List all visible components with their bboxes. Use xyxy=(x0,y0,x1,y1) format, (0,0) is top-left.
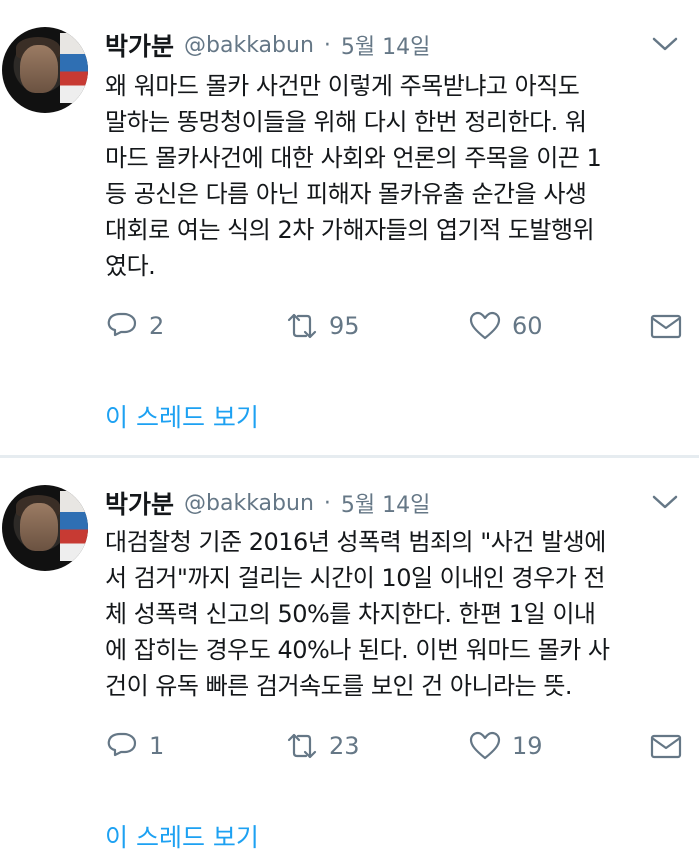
avatar-background xyxy=(60,33,88,103)
reply-count: 2 xyxy=(149,312,165,340)
retweet-icon xyxy=(287,733,317,759)
like-count: 19 xyxy=(512,732,543,760)
like-button[interactable]: 60 xyxy=(468,306,543,346)
retweet-button[interactable]: 95 xyxy=(285,306,360,346)
tweet-text: 왜 워마드 몰카 사건만 이렇게 주목받냐고 아직도 말하는 똥멍청이들을 위해… xyxy=(105,72,602,280)
tweet-1[interactable]: 박가분 @bakkabun · 5월 14일 왜 워마드 몰카 사건만 이렇게 … xyxy=(0,0,699,455)
like-count: 60 xyxy=(512,312,543,340)
reply-count: 1 xyxy=(149,732,165,760)
envelope-icon xyxy=(650,734,682,759)
action-bar: 1 23 19 xyxy=(105,726,685,766)
avatar[interactable] xyxy=(2,27,88,113)
retweet-count: 23 xyxy=(329,732,360,760)
reply-button[interactable]: 1 xyxy=(105,726,164,766)
heart-icon xyxy=(469,731,501,760)
tweet-header: 박가분 @bakkabun · 5월 14일 xyxy=(105,486,679,520)
avatar[interactable] xyxy=(2,485,88,571)
like-button[interactable]: 19 xyxy=(468,726,543,766)
reply-icon xyxy=(107,312,137,337)
retweet-count: 95 xyxy=(329,312,360,340)
show-thread-link[interactable]: 이 스레드 보기 xyxy=(105,818,259,854)
dm-button[interactable] xyxy=(649,726,693,766)
tweet-text: 대검찰청 기준 2016년 성폭력 범죄의 "사건 발생에 서 검거"까지 걸리… xyxy=(105,528,610,700)
envelope-icon xyxy=(650,314,682,339)
tweet-2[interactable]: 박가분 @bakkabun · 5월 14일 대검찰청 기준 2016년 성폭력… xyxy=(0,458,699,858)
separator: · xyxy=(323,32,331,58)
separator: · xyxy=(323,490,331,516)
reply-icon xyxy=(107,732,137,757)
chevron-down-icon[interactable] xyxy=(651,32,679,56)
tweet-date[interactable]: 5월 14일 xyxy=(341,29,430,61)
tweet-date[interactable]: 5월 14일 xyxy=(341,487,430,519)
dm-button[interactable] xyxy=(649,306,693,346)
author-handle[interactable]: @bakkabun xyxy=(184,491,314,516)
author-name[interactable]: 박가분 xyxy=(105,27,174,63)
reply-button[interactable]: 2 xyxy=(105,306,164,346)
retweet-icon xyxy=(287,313,317,339)
avatar-background xyxy=(60,491,88,561)
author-name[interactable]: 박가분 xyxy=(105,485,174,521)
show-thread-link[interactable]: 이 스레드 보기 xyxy=(105,398,259,434)
action-bar: 2 95 60 xyxy=(105,306,685,346)
author-handle[interactable]: @bakkabun xyxy=(184,33,314,58)
tweet-header: 박가분 @bakkabun · 5월 14일 xyxy=(105,28,679,62)
retweet-button[interactable]: 23 xyxy=(285,726,360,766)
chevron-down-icon[interactable] xyxy=(651,490,679,514)
heart-icon xyxy=(469,311,501,340)
